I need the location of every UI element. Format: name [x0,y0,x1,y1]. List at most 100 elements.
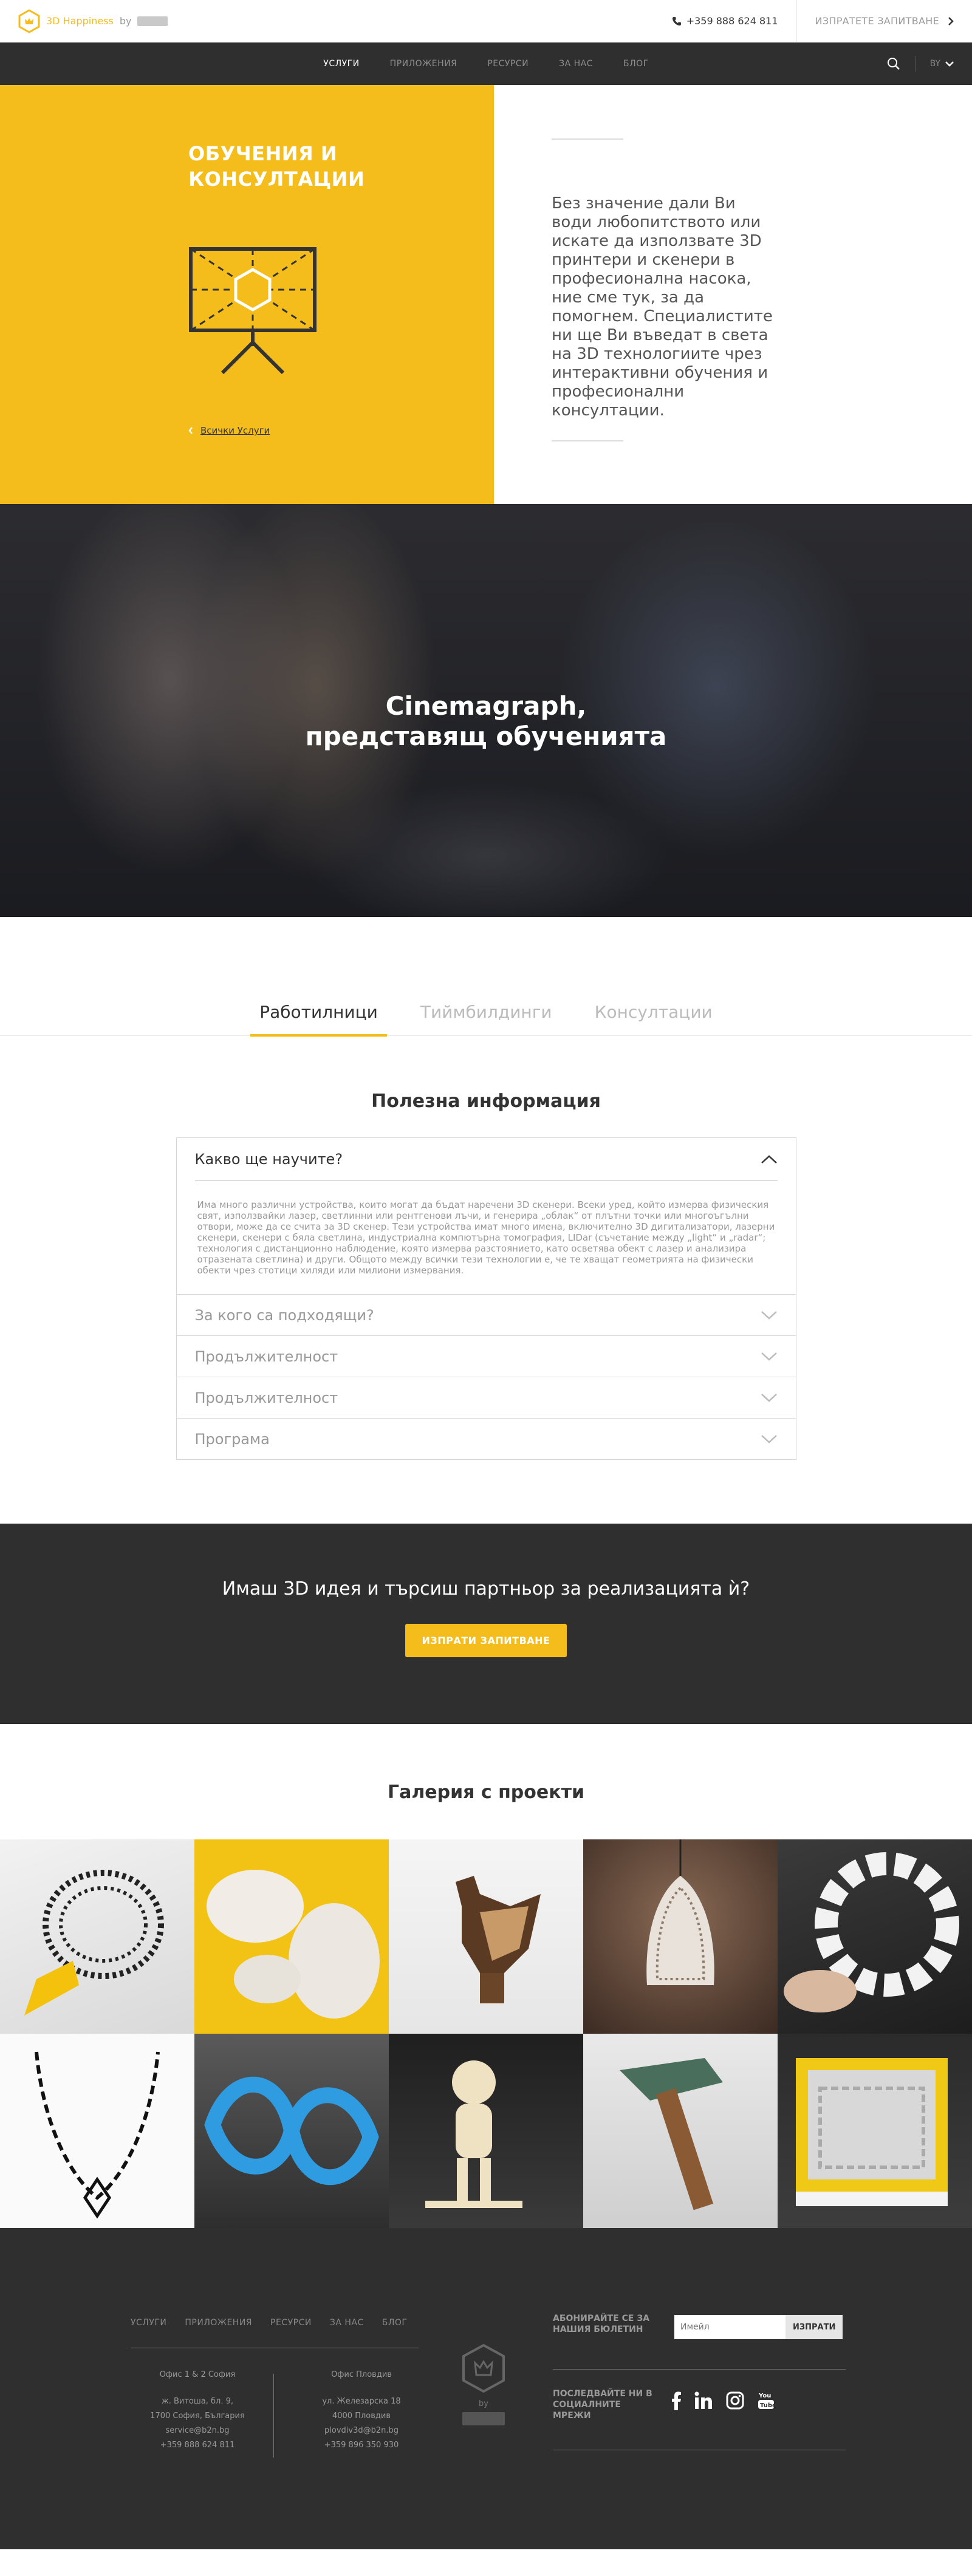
subscribe-button[interactable]: ИЗПРАТИ [785,2315,843,2339]
site-logo[interactable]: 3D Happiness by [18,9,168,33]
footer-nav: УСЛУГИ ПРИЛОЖЕНИЯ РЕСУРСИ ЗА НАС БЛОГ [131,2318,407,2328]
gallery-item[interactable] [0,1839,194,2034]
gallery-item[interactable] [583,1839,778,2034]
hero-description-panel: Без значение дали Ви води любопитството … [494,85,972,504]
footer-brand[interactable]: by [462,2343,505,2425]
nav-separator [914,56,916,72]
office-address: ж. Витоша, бл. 9, [162,2397,233,2406]
footer-nav-blog[interactable]: БЛОГ [382,2318,408,2328]
tab-consultations[interactable]: Консултации [586,1002,722,1035]
phone-link[interactable]: +359 888 624 811 [672,15,796,27]
gallery-image [796,2058,948,2206]
svg-text:You: You [758,2393,771,2399]
tab-workshops[interactable]: Работилници [250,1002,387,1037]
office-email[interactable]: plovdiv3d@b2n.bg [304,2424,419,2438]
cinemagraph-banner: Cinemagraph, представящ обученията [0,504,972,917]
presentation-board-icon [189,247,317,375]
cta-text: Имаш 3D идея и търсиш партньор за реализ… [222,1578,750,1600]
nav-item-about[interactable]: ЗА НАС [559,59,593,69]
cinemagraph-title-line1: Cinemagraph, [385,691,587,721]
office-phone[interactable]: +359 888 624 811 [140,2438,255,2453]
gallery-image [620,2058,723,2210]
office-plovdiv: Офис Пловдив ул. Железарска 18 4000 Плов… [304,2368,419,2453]
all-services-link[interactable]: Всички Услуги [188,425,270,436]
chevron-down-icon [761,1310,777,1320]
question-label: Програма [194,1430,270,1448]
tab-teambuilding[interactable]: Тиймбилдинги [411,1002,561,1035]
chevron-left-icon [188,427,193,434]
accordion-item-open: Какво ще научите? Има много различни уст… [177,1138,796,1294]
hero-yellow-panel: ОБУЧЕНИЯ И КОНСУЛТАЦИИ Всички Услуги [0,85,494,504]
gallery-item[interactable] [389,1839,583,2034]
question-label: За кого са подходящи? [194,1306,374,1324]
language-label: BY [929,59,940,69]
gallery-item[interactable] [0,2034,194,2228]
page-title: ОБУЧЕНИЯ И КОНСУЛТАЦИИ [188,141,364,192]
footer-nav-services[interactable]: УСЛУГИ [131,2318,166,2328]
logo-icon [18,9,40,33]
office-title: Офис 1 & 2 София [159,2370,236,2379]
accordion-question: За кого са подходящи? [177,1295,796,1335]
gallery-item[interactable] [583,2034,778,2228]
hero-section: ОБУЧЕНИЯ И КОНСУЛТАЦИИ Всички Услуги Без… [0,85,972,504]
office-city: 1700 София, България [150,2411,245,2421]
partner-brandmark [137,16,168,26]
search-icon[interactable] [887,57,900,70]
nav-item-resources[interactable]: РЕСУРСИ [487,59,529,69]
gallery-item[interactable] [389,2034,583,2228]
facebook-icon[interactable] [671,2391,681,2410]
accordion-item[interactable]: Продължителност [176,1335,796,1377]
send-inquiry-button[interactable]: ИЗПРАТИ ЗАПИТВАНЕ [405,1624,567,1657]
chevron-down-icon [761,1393,777,1402]
gallery-item[interactable] [778,1839,972,2034]
question-label: Продължителност [194,1348,338,1365]
page-title-line2: КОНСУЛТАЦИИ [188,168,365,191]
gallery-image [24,1870,164,2015]
instagram-icon[interactable] [726,2391,744,2410]
site-footer: УСЛУГИ ПРИЛОЖЕНИЯ РЕСУРСИ ЗА НАС БЛОГ Оф… [0,2228,972,2549]
gallery-item[interactable] [194,1839,389,2034]
language-selector[interactable]: BY [930,59,954,69]
logo-text: 3D Happiness [46,15,114,27]
nav-item-services[interactable]: УСЛУГИ [323,59,359,69]
email-field[interactable] [674,2315,785,2339]
youtube-icon[interactable]: You Tube [758,2391,775,2410]
chevron-down-icon [761,1352,777,1361]
linkedin-icon[interactable] [694,2391,713,2410]
svg-text:Tube: Tube [760,2402,775,2409]
chevron-down-icon [761,1434,777,1443]
office-title: Офис Пловдив [331,2370,392,2379]
send-request-link[interactable]: ИЗПРАТЕТЕ ЗАПИТВАНЕ [796,0,954,43]
top-bar: 3D Happiness by +359 888 624 811 ИЗПРАТЕ… [0,0,972,43]
office-phone[interactable]: +359 896 350 930 [304,2438,419,2453]
nav-item-applications[interactable]: ПРИЛОЖЕНИЯ [390,59,457,69]
gallery-item[interactable] [778,2034,972,2228]
cta-section: Имаш 3D идея и търсиш партньор за реализ… [0,1524,972,1724]
all-services-label: Всички Услуги [200,425,270,436]
gallery-title: Галерия с проекти [387,1782,585,1803]
gallery-item[interactable] [194,2034,389,2228]
gallery-image [35,2051,160,2219]
accordion-item[interactable]: Програма [176,1418,796,1459]
footer-nav-applications[interactable]: ПРИЛОЖЕНИЯ [185,2318,252,2328]
accordion-item[interactable]: Продължителност [176,1377,796,1418]
partner-brandmark [462,2412,505,2425]
accordion-open-header[interactable]: Какво ще научите? [194,1138,778,1181]
footer-nav-about[interactable]: ЗА НАС [330,2318,364,2328]
accordion-question: Програма [177,1419,796,1459]
office-city: 4000 Пловдив [332,2411,391,2421]
gallery-image [207,1870,380,2019]
info-title: Полезна информация [371,1091,601,1112]
gallery-image [784,1852,959,2012]
question-label: Какво ще научите? [194,1151,343,1168]
footer-nav-resources[interactable]: РЕСУРСИ [270,2318,312,2328]
office-email[interactable]: service@b2n.bg [140,2424,255,2438]
cinemagraph-title-line2: представящ обученията [305,721,667,751]
nav-item-blog[interactable]: БЛОГ [623,59,649,69]
divider-top [552,138,623,140]
chevron-right-icon [948,16,954,26]
office-sofia: Офис 1 & 2 София ж. Витоша, бл. 9, 1700 … [140,2368,255,2453]
accordion-item[interactable]: За кого са подходящи? [176,1294,796,1335]
newsletter-form: ИЗПРАТИ [674,2315,843,2339]
hero-description: Без значение дали Ви води любопитството … [552,194,773,420]
